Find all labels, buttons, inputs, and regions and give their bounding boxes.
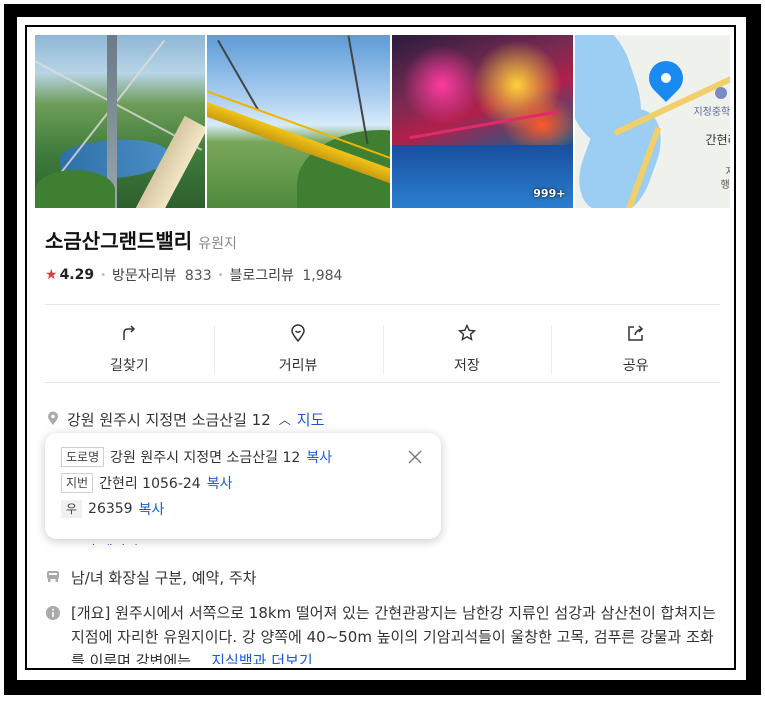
info-icon [45,601,61,664]
separator-dot: • [100,269,107,281]
visitor-review-label: 방문자리뷰 [112,268,177,284]
map-label-station-2: 행정복 [720,180,730,191]
place-category: 유원지 [198,236,237,252]
facilities-text: 남/녀 화장실 구분, 예약, 주차 [71,569,257,587]
divider [45,304,720,305]
inner-frame: 999+ 지정중학교 간현리 지정 행정복 [17,17,746,680]
copy-jibun-button[interactable]: 복사 [207,473,233,493]
blog-review-count: 1,984 [302,268,343,284]
knowledge-more-link[interactable]: 지식백과 더보기 [211,652,312,664]
rating-row: ★ 4.29 • 방문자리뷰 833 • 블로그리뷰 1,984 [45,265,342,285]
visitor-review-count: 833 [184,268,212,284]
homepage-link[interactable]: 홈페이지 [87,541,139,545]
jibun-tag: 지번 [61,473,94,493]
visitor-review-link[interactable]: 방문자리뷰 833 [112,265,212,285]
photo-night-lights[interactable]: 999+ [391,35,574,208]
description-row: [개요] 원주시에서 서쪽으로 18km 떨어져 있는 간현관광지는 남한강 지… [45,601,720,664]
photo-skywalk[interactable] [35,35,205,208]
address-row: 강원 원주시 지정면 소금산길 12 ︿ 지도 [45,409,324,430]
street-view-button[interactable]: 거리뷰 [213,318,383,380]
directions-button[interactable]: 길찾기 [45,318,214,380]
zip-row: 우 26359 복사 [61,499,164,519]
separator-dot: • [217,269,224,281]
description-text: [개요] 원주시에서 서쪽으로 18km 떨어져 있는 간현관광지는 남한강 지… [71,604,716,664]
zip-value: 26359 [88,501,133,517]
map-thumbnail[interactable]: 지정중학교 간현리 지정 행정복 [575,35,730,208]
address-text[interactable]: 강원 원주시 지정면 소금산길 12 [67,409,271,430]
close-icon[interactable] [407,449,423,465]
blog-review-link[interactable]: 블로그리뷰 1,984 [230,265,343,285]
share-icon [626,323,646,347]
street-view-icon [288,323,308,347]
road-address-tag: 도로명 [61,447,105,467]
school-icon [715,87,728,99]
rating-score: 4.29 [59,267,95,283]
divider [45,382,720,383]
title-row: 소금산그랜드밸리 유원지 [45,225,237,254]
map-label-school: 지정중학교 [693,107,730,118]
jibun-value: 간현리 1056-24 [99,476,201,492]
chevron-up-icon[interactable]: ︿ [279,411,291,428]
copy-zip-button[interactable]: 복사 [139,499,165,519]
star-icon [457,323,477,347]
map-link[interactable]: 지도 [297,409,325,430]
street-view-label: 거리뷰 [278,358,318,374]
road-address-value: 강원 원주시 지정면 소금산길 12 [110,450,301,466]
save-button[interactable]: 저장 [382,318,552,380]
frame-border: 999+ 지정중학교 간현리 지정 행정복 [25,25,736,670]
photo-suspension-bridge[interactable] [206,35,390,208]
photo-strip: 999+ 지정중학교 간현리 지정 행정복 [35,35,730,208]
directions-icon [119,323,139,347]
save-label: 저장 [453,358,480,374]
map-label-town: 간현리 [705,133,730,147]
action-bar: 길찾기 거리뷰 저장 공유 [45,318,720,380]
place-card: 999+ 지정중학교 간현리 지정 행정복 [35,35,730,664]
directions-label: 길찾기 [110,358,149,374]
zip-tag: 우 [61,500,83,518]
place-name: 소금산그랜드밸리 [45,229,193,253]
share-button[interactable]: 공유 [551,318,720,380]
photo-count-badge: 999+ [533,187,566,200]
share-label: 공유 [622,358,649,374]
facility-icon [45,568,61,588]
location-pin-icon [45,410,61,430]
star-rating-icon: ★ [45,267,58,283]
description-block: [개요] 원주시에서 서쪽으로 18km 떨어져 있는 간현관광지는 남한강 지… [71,601,720,664]
copy-road-address-button[interactable]: 복사 [306,447,332,467]
outer-frame: 999+ 지정중학교 간현리 지정 행정복 [4,4,761,695]
facilities-row: 남/녀 화장실 구분, 예약, 주차 [45,567,256,588]
blog-review-label: 블로그리뷰 [229,268,294,284]
address-popup: 도로명 강원 원주시 지정면 소금산길 12 복사 지번 간현리 1056-24… [45,433,441,539]
jibun-address-row: 지번 간현리 1056-24 복사 [61,473,232,493]
road-address-row: 도로명 강원 원주시 지정면 소금산길 12 복사 [61,447,332,467]
